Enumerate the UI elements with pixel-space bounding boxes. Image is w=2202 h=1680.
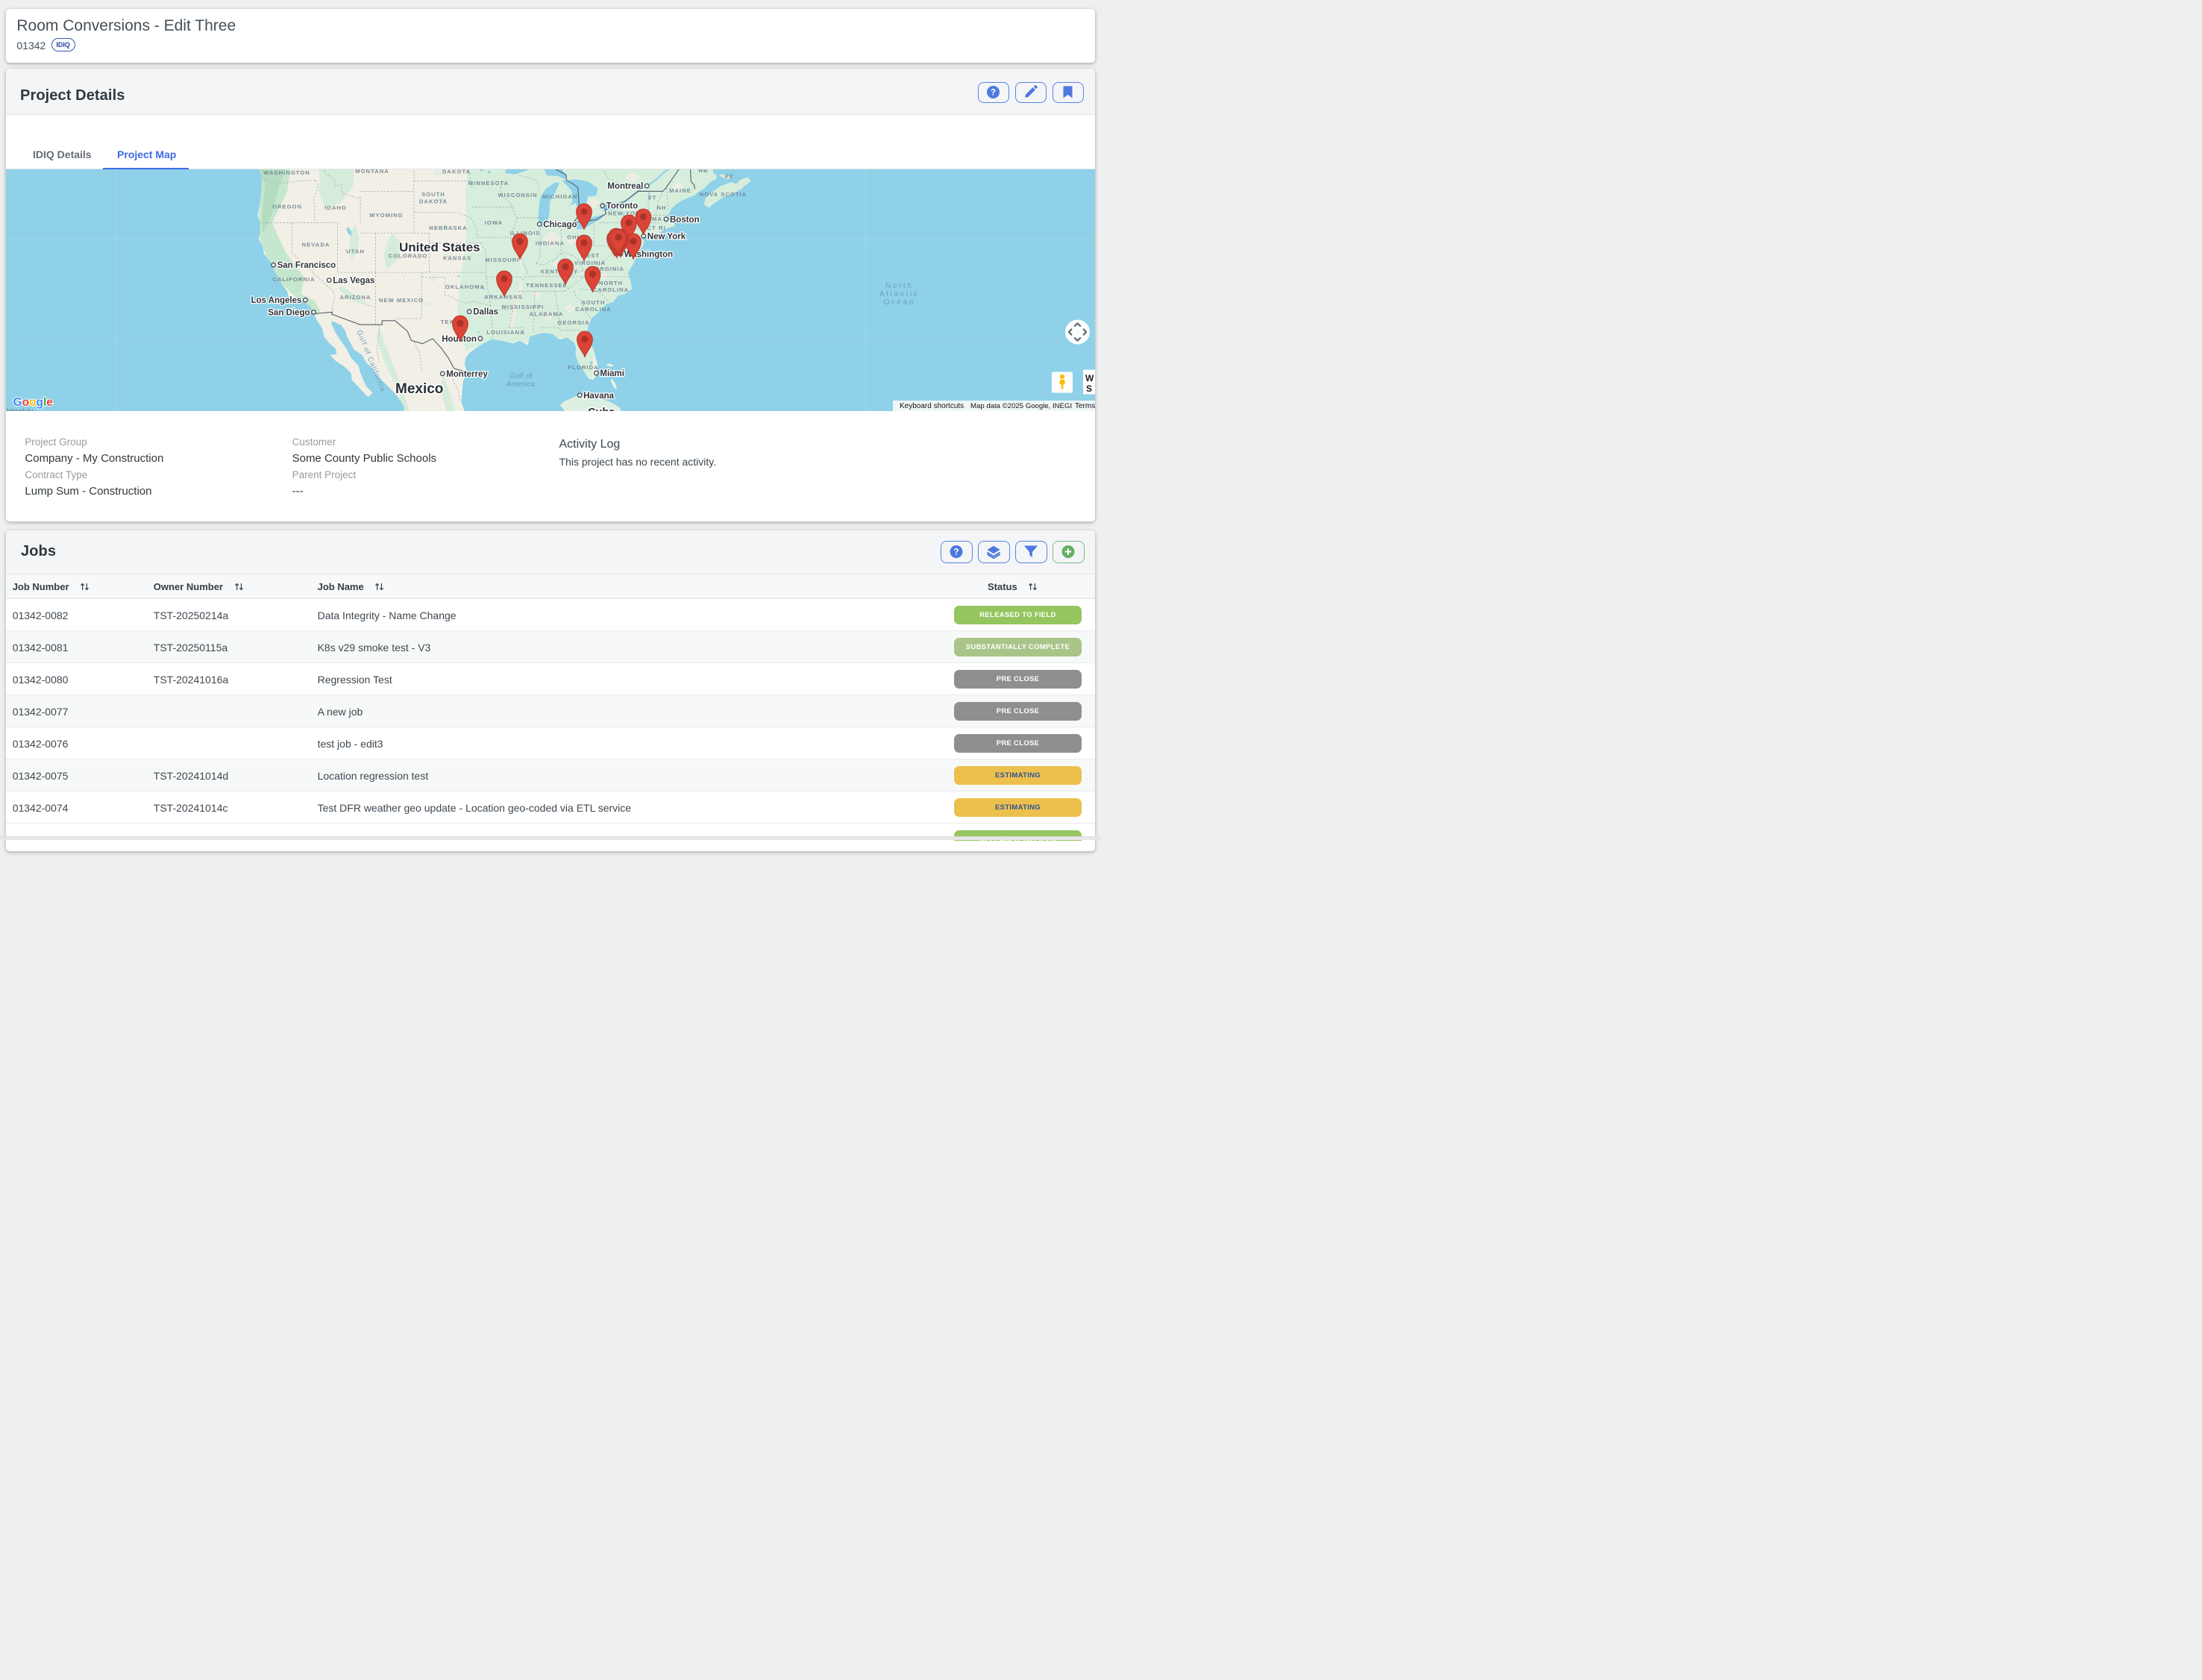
svg-text:S: S [1086, 383, 1092, 394]
svg-text:INDIANA: INDIANA [536, 239, 565, 246]
svg-text:MA: MA [652, 216, 662, 222]
svg-text:CAROLINA: CAROLINA [575, 306, 611, 313]
svg-text:DAKOTA: DAKOTA [419, 198, 448, 204]
svg-text:SOUTH: SOUTH [582, 299, 606, 306]
svg-text:CALIFORNIA: CALIFORNIA [272, 276, 315, 283]
svg-text:WISCONSIN: WISCONSIN [498, 192, 537, 198]
svg-text:PE: PE [725, 173, 734, 180]
svg-text:Terms: Terms [1075, 402, 1095, 410]
svg-text:Monterrey: Monterrey [446, 369, 488, 378]
svg-text:MONTANA: MONTANA [355, 169, 389, 175]
svg-text:MAINE: MAINE [669, 187, 691, 194]
svg-text:Dallas: Dallas [473, 307, 498, 316]
svg-text:Keyboard shortcuts: Keyboard shortcuts [900, 402, 964, 410]
svg-text:UTAH: UTAH [346, 248, 365, 254]
svg-text:Honolulu: Honolulu [7, 407, 34, 411]
svg-text:Mexico: Mexico [395, 381, 443, 397]
svg-text:OKLAHOMA: OKLAHOMA [445, 283, 485, 290]
svg-text:North: North [885, 282, 913, 290]
svg-text:NORTH: NORTH [599, 280, 623, 286]
svg-text:San Francisco: San Francisco [277, 261, 336, 270]
svg-text:United States: United States [399, 240, 480, 254]
svg-text:Miami: Miami [600, 369, 624, 378]
svg-text:NB: NB [698, 169, 708, 174]
svg-text:America: America [506, 380, 536, 389]
svg-text:ARIZONA: ARIZONA [340, 294, 371, 301]
svg-text:Atlantic: Atlantic [879, 290, 920, 298]
svg-text:MISSOURI: MISSOURI [486, 257, 520, 263]
svg-text:RI: RI [659, 225, 666, 231]
svg-text:MICHIGAN: MICHIGAN [543, 193, 578, 200]
svg-text:CAROLINA: CAROLINA [593, 286, 629, 293]
svg-text:Toronto: Toronto [606, 201, 639, 210]
svg-text:Cuba: Cuba [588, 407, 615, 411]
svg-text:FLORIDA: FLORIDA [568, 364, 598, 371]
svg-text:W: W [1085, 373, 1094, 383]
svg-text:Ocean: Ocean [883, 298, 915, 307]
svg-text:TENNESSEE: TENNESSEE [526, 282, 567, 289]
svg-text:WYOMING: WYOMING [369, 212, 403, 219]
svg-text:New York: New York [647, 232, 686, 241]
svg-text:Havana: Havana [583, 391, 615, 400]
svg-text:WASHINGTON: WASHINGTON [263, 169, 310, 176]
svg-text:San Diego: San Diego [268, 308, 310, 317]
svg-text:MISSISSIPPI: MISSISSIPPI [502, 304, 545, 310]
svg-text:Map data ©2025 Google, INEGI: Map data ©2025 Google, INEGI [970, 402, 1072, 410]
svg-text:IDAHO: IDAHO [324, 204, 347, 211]
svg-text:Chicago: Chicago [543, 220, 577, 229]
svg-text:IOWA: IOWA [485, 219, 503, 226]
svg-text:OREGON: OREGON [272, 203, 302, 210]
svg-text:NH: NH [656, 204, 666, 211]
svg-text:Las Vegas: Las Vegas [333, 276, 374, 285]
svg-text:VT: VT [648, 194, 657, 201]
svg-text:NOVA SCOTIA: NOVA SCOTIA [700, 191, 747, 198]
svg-text:KANSAS: KANSAS [443, 254, 471, 261]
svg-text:Los Angeles: Los Angeles [251, 296, 301, 305]
svg-text:Montreal: Montreal [607, 182, 643, 191]
svg-text:?: ? [991, 89, 996, 98]
svg-text:Boston: Boston [670, 215, 700, 224]
svg-text:GEORGIA: GEORGIA [557, 319, 589, 326]
svg-text:NEBRASKA: NEBRASKA [429, 225, 467, 231]
svg-text:MINNESOTA: MINNESOTA [468, 180, 509, 187]
svg-text:DAKOTA: DAKOTA [442, 169, 471, 175]
svg-text:NEVADA: NEVADA [302, 241, 330, 248]
svg-text:NEW MEXICO: NEW MEXICO [379, 297, 424, 304]
svg-text:LOUISIANA: LOUISIANA [486, 329, 524, 336]
svg-text:SOUTH: SOUTH [421, 191, 445, 198]
svg-text:ALABAMA: ALABAMA [530, 310, 564, 317]
